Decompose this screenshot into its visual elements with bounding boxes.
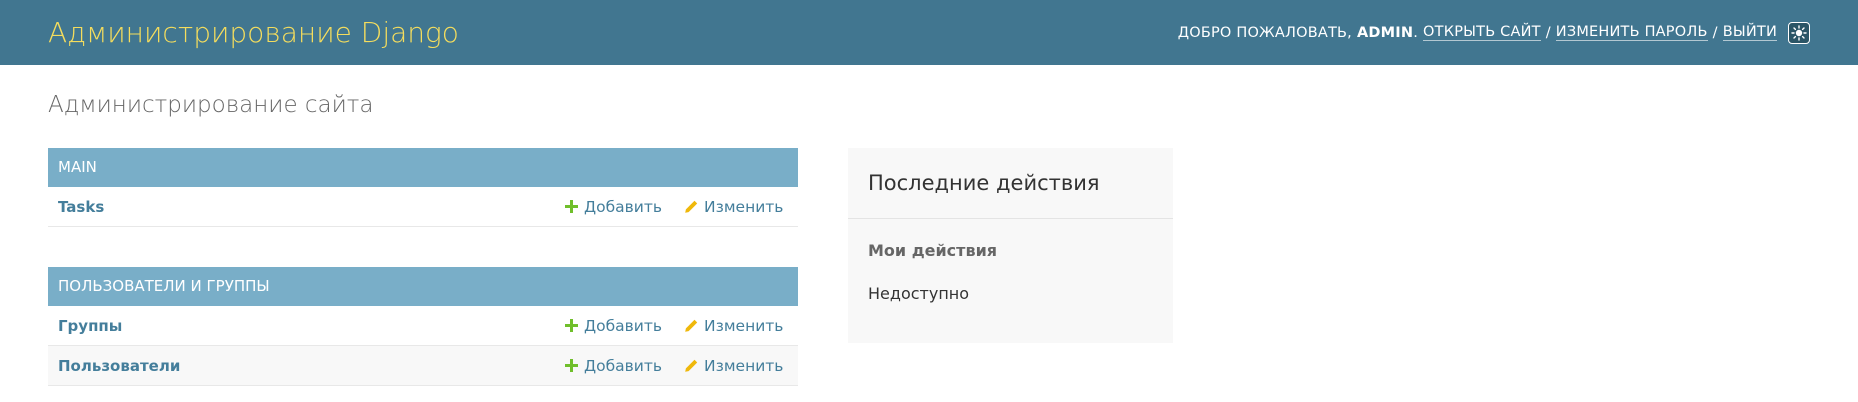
site-branding[interactable]: Администрирование Django (48, 16, 459, 49)
recent-actions-title: Последние действия (848, 148, 1173, 219)
theme-toggle-button[interactable] (1788, 21, 1810, 44)
add-users-link[interactable]: Добавить (565, 357, 662, 375)
change-password-link[interactable]: Изменить пароль (1555, 24, 1708, 41)
my-actions-heading: Мои действия (868, 241, 998, 260)
separator: / (1712, 24, 1718, 41)
separator: / (1545, 24, 1551, 41)
model-link-groups[interactable]: Группы (58, 317, 122, 335)
change-label: Изменить (704, 197, 784, 216)
add-label: Добавить (584, 356, 663, 375)
change-tasks-link[interactable]: Изменить (684, 198, 783, 216)
app-caption[interactable]: Main (48, 148, 798, 187)
model-row-users: Пользователи Добавить Изменить (48, 346, 798, 386)
welcome-text: Добро пожаловать, (1177, 24, 1352, 41)
pencil-icon (684, 359, 698, 373)
plus-icon (565, 200, 578, 213)
app-module-main: Main Tasks Добавить Изменить (48, 148, 798, 227)
plus-icon (565, 359, 578, 372)
view-site-link[interactable]: Открыть сайт (1423, 24, 1541, 41)
model-link-users[interactable]: Пользователи (58, 357, 180, 375)
recent-actions-panel: Последние действия Мои действия Недоступ… (848, 148, 1173, 343)
logout-link[interactable]: Выйти (1722, 24, 1777, 41)
model-link-tasks[interactable]: Tasks (58, 198, 104, 216)
theme-toggle-icon (1791, 24, 1807, 41)
pencil-icon (684, 200, 698, 214)
model-row-groups: Группы Добавить Изменить (48, 306, 798, 346)
recent-actions-empty: Недоступно (868, 284, 970, 303)
pencil-icon (684, 319, 698, 333)
username: admin (1357, 24, 1414, 41)
change-label: Изменить (704, 316, 784, 335)
change-groups-link[interactable]: Изменить (684, 317, 783, 335)
plus-icon (565, 319, 578, 332)
add-tasks-link[interactable]: Добавить (565, 198, 662, 216)
page-title: Администрирование сайта (48, 92, 374, 118)
app-module-auth: Пользователи и группы Группы Добавить Из… (48, 267, 798, 386)
model-row-tasks: Tasks Добавить Изменить (48, 187, 798, 227)
change-users-link[interactable]: Изменить (684, 357, 783, 375)
add-groups-link[interactable]: Добавить (565, 317, 662, 335)
app-caption[interactable]: Пользователи и группы (48, 267, 798, 306)
add-label: Добавить (584, 197, 663, 216)
add-label: Добавить (584, 316, 663, 335)
change-label: Изменить (704, 356, 784, 375)
header: Администрирование Django Добро пожаловат… (0, 0, 1858, 65)
user-tools: Добро пожаловать, admin. Открыть сайт / … (1177, 21, 1810, 44)
